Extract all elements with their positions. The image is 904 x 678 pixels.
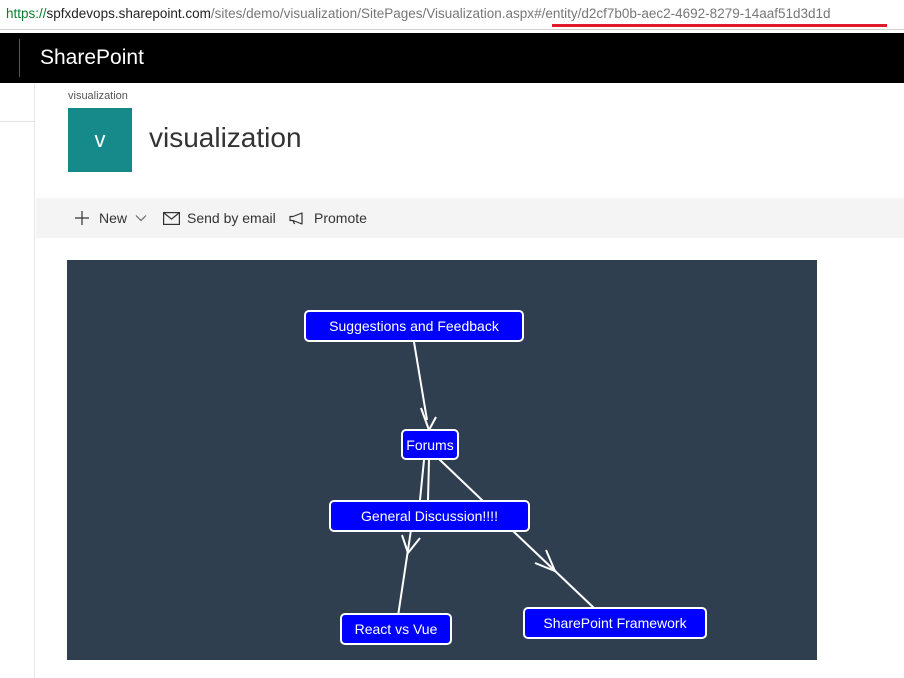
edge-forums-to-spfx-a <box>438 458 485 503</box>
url-path: /sites/demo/visualization/SitePages/Visu… <box>210 6 535 21</box>
node-suggestions-and-feedback[interactable]: Suggestions and Feedback <box>304 310 524 342</box>
node-forums[interactable]: Forums <box>401 429 459 460</box>
site-logo[interactable]: v <box>68 108 132 172</box>
url-scheme: https:// <box>6 6 47 21</box>
send-by-email-label: Send by email <box>187 210 276 226</box>
node-sharepoint-framework[interactable]: SharePoint Framework <box>523 607 707 639</box>
url-host: spfxdevops.sharepoint.com <box>46 6 211 21</box>
command-bar: New Send by email Promote <box>36 198 904 238</box>
left-nav-divider <box>0 121 35 122</box>
arrowhead-forums-1 <box>420 407 437 433</box>
url-hash: #/entity/d2cf7b0b-aec2-4692-8279-14aaf51… <box>534 6 831 21</box>
new-button[interactable]: New <box>74 198 148 238</box>
send-by-email-button[interactable]: Send by email <box>163 198 276 238</box>
megaphone-icon <box>289 211 303 225</box>
left-nav-rail <box>0 83 35 678</box>
breadcrumb[interactable]: visualization <box>68 90 128 102</box>
node-react-vs-vue[interactable]: React vs Vue <box>340 613 452 645</box>
url-hash-highlight <box>552 24 887 27</box>
new-button-label: New <box>99 210 128 226</box>
plus-icon <box>75 211 89 225</box>
site-logo-letter: v <box>94 127 106 152</box>
edge-general-to-forums-b <box>427 459 430 501</box>
suite-bar: SharePoint <box>0 33 904 83</box>
chevron-down-icon <box>135 215 147 222</box>
edge-general-to-forums-a <box>419 459 425 501</box>
suite-bar-divider <box>19 39 20 77</box>
sharepoint-brand-link[interactable]: SharePoint <box>40 46 144 70</box>
promote-label: Promote <box>314 210 367 226</box>
node-general-discussion[interactable]: General Discussion!!!! <box>329 500 530 532</box>
promote-button[interactable]: Promote <box>289 198 367 238</box>
site-title[interactable]: visualization <box>149 122 302 154</box>
arrowhead-general <box>401 534 421 556</box>
graph-canvas[interactable]: Suggestions and Feedback Forums General … <box>67 260 817 660</box>
mail-icon <box>163 211 180 225</box>
